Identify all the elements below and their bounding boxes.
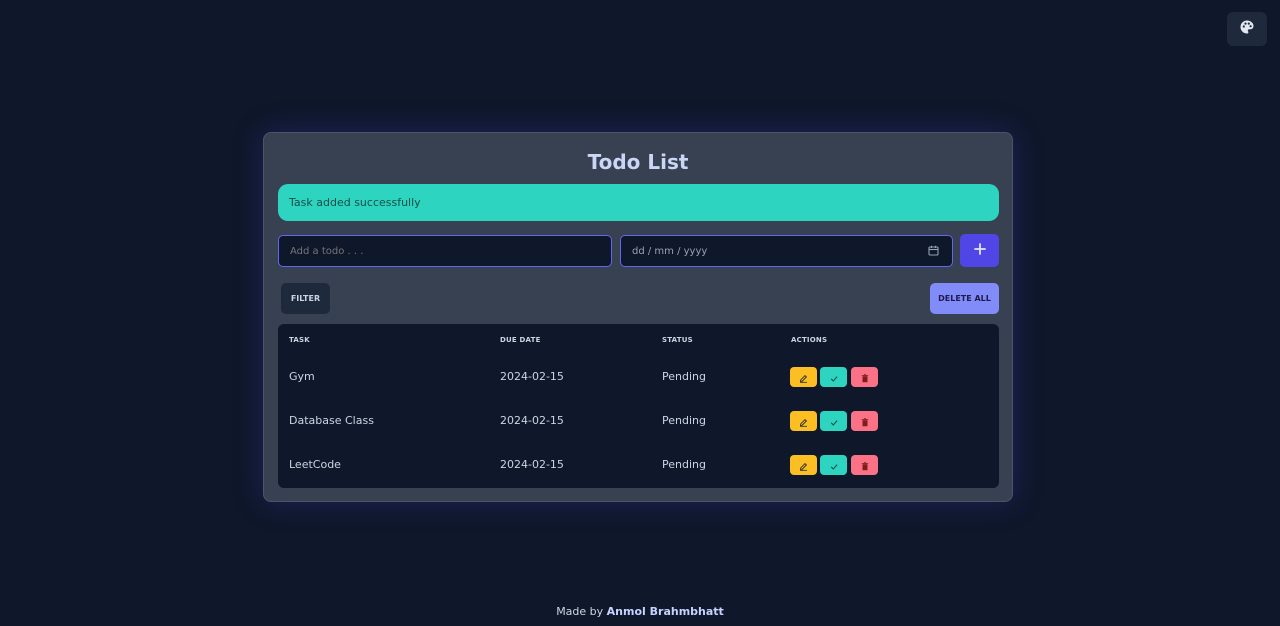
pencil-icon [799,368,808,387]
status-cell: Pending [662,458,706,471]
trash-icon [861,412,869,431]
task-cell: Gym [289,370,315,383]
delete-button[interactable] [851,367,878,387]
todo-table: TASK DUE DATE STATUS ACTIONS Gym 2024-02… [278,324,999,488]
header-task: TASK [289,336,310,344]
due-date-input[interactable]: dd / mm / yyyy [620,235,953,267]
footer-prefix: Made by [556,605,604,618]
task-cell: LeetCode [289,458,341,471]
delete-button[interactable] [851,455,878,475]
due-date-cell: 2024-02-15 [500,414,564,427]
due-date-cell: 2024-02-15 [500,370,564,383]
pencil-icon [799,412,808,431]
palette-icon [1239,19,1255,39]
table-row: LeetCode 2024-02-15 Pending [278,444,999,488]
header-status: STATUS [662,336,693,344]
success-alert: Task added successfully [278,184,999,221]
delete-all-button[interactable]: DELETE ALL [930,283,999,314]
calendar-icon[interactable] [928,245,939,259]
date-placeholder: dd / mm / yyyy [632,245,708,257]
status-cell: Pending [662,370,706,383]
complete-button[interactable] [820,455,847,475]
task-cell: Database Class [289,414,374,427]
table-row: Gym 2024-02-15 Pending [278,356,999,400]
check-icon [830,456,838,475]
edit-button[interactable] [790,411,817,431]
check-icon [830,412,838,431]
check-icon [830,368,838,387]
edit-button[interactable] [790,367,817,387]
footer: Made by Anmol Brahmbhatt [0,605,1280,618]
plus-icon [973,243,986,258]
footer-author: Anmol Brahmbhatt [606,605,724,618]
complete-button[interactable] [820,367,847,387]
delete-button[interactable] [851,411,878,431]
filter-button[interactable]: FILTER [281,283,330,314]
complete-button[interactable] [820,411,847,431]
trash-icon [861,368,869,387]
pencil-icon [799,456,808,475]
table-row: Database Class 2024-02-15 Pending [278,400,999,444]
todo-input[interactable] [278,235,612,267]
add-todo-button[interactable] [960,234,999,267]
page-title: Todo List [587,150,689,174]
due-date-cell: 2024-02-15 [500,458,564,471]
status-cell: Pending [662,414,706,427]
trash-icon [861,456,869,475]
header-due-date: DUE DATE [500,336,541,344]
todo-card: Todo List Task added successfully dd / m… [263,132,1013,502]
theme-toggle-button[interactable] [1227,12,1267,46]
header-actions: ACTIONS [791,336,828,344]
edit-button[interactable] [790,455,817,475]
